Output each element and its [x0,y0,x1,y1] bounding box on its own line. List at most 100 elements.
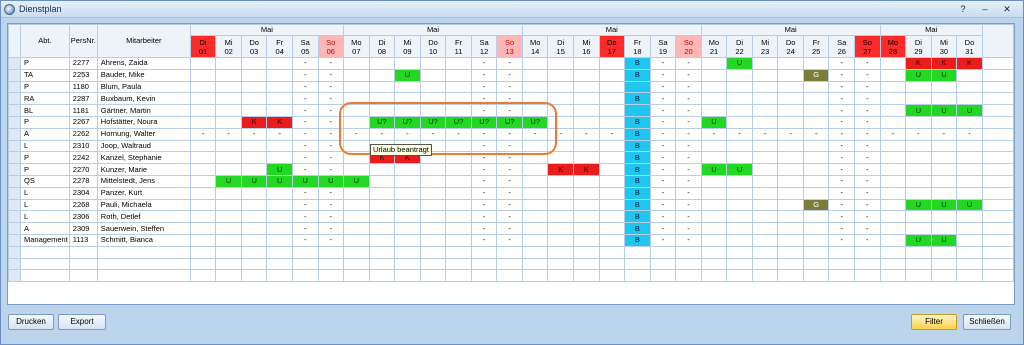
column-header-abt[interactable]: Abt. [20,24,70,58]
day-cell[interactable] [956,139,983,153]
table-row[interactable]: L 2310 Joop, Waltraud - - - - B - - - - [8,139,1014,153]
day-cell[interactable] [266,186,293,200]
day-cell[interactable]: - [496,222,523,235]
day-cell[interactable] [700,92,728,106]
day-cell[interactable]: U? [470,115,498,129]
table-row[interactable]: L 2306 Roth, Detlef - - - - B - - - - [8,210,1014,224]
day-cell[interactable] [445,151,472,165]
day-cell[interactable] [445,233,472,247]
day-cell[interactable]: - [649,80,677,94]
day-cell[interactable]: U? [394,115,421,129]
day-cell[interactable]: - [675,57,702,70]
day-cell[interactable]: - [649,198,677,212]
table-row[interactable]: QS 2278 Mittelstedt, Jens U U U U U U - - B - - - - [8,174,1014,188]
day-cell[interactable]: - [240,127,268,141]
day-cell[interactable] [777,57,804,70]
day-cell[interactable] [368,186,396,200]
day-cell[interactable] [215,68,242,82]
day-cell[interactable] [266,92,293,106]
day-cell[interactable]: U [905,68,932,82]
table-row[interactable]: A 2262 Hornung, Walter - - - - - - - - - - - - - - - - - B - -… [8,127,1014,141]
day-cell[interactable] [189,198,217,212]
day-cell[interactable]: B [624,139,651,153]
day-header[interactable]: Sa 19 [649,35,677,58]
day-cell[interactable] [547,233,574,247]
day-cell[interactable]: - [675,92,702,106]
day-cell[interactable]: K [266,115,293,129]
day-cell[interactable] [240,139,268,153]
day-cell[interactable] [700,151,728,165]
day-header[interactable]: So 20 [675,35,702,58]
day-cell[interactable] [445,174,472,188]
day-cell[interactable] [598,151,626,165]
day-cell[interactable]: - [496,80,523,94]
day-cell[interactable]: - [317,210,345,224]
day-cell[interactable] [521,151,549,165]
day-cell[interactable] [521,163,549,176]
day-cell[interactable] [343,104,370,117]
day-cell[interactable]: - [675,104,702,117]
day-cell[interactable] [240,151,268,165]
day-cell[interactable]: - [675,186,702,200]
day-cell[interactable]: - [470,80,498,94]
day-cell[interactable]: - [291,92,319,106]
column-header-persnr[interactable]: PersNr. [68,24,98,58]
day-cell[interactable] [521,92,549,106]
day-cell[interactable]: B [624,163,651,176]
day-cell[interactable] [879,186,907,200]
day-cell[interactable]: U? [521,115,549,129]
day-cell[interactable] [726,151,753,165]
day-cell[interactable] [215,163,242,176]
day-cell[interactable]: - [649,115,677,129]
table-row[interactable]: Management 1113 Schmitt, Bianca - - - - B - - - - U U [8,233,1014,247]
day-cell[interactable] [266,80,293,94]
day-cell[interactable] [573,151,600,165]
day-header[interactable]: Mo 28 [879,35,907,58]
day-cell[interactable]: - [930,127,958,141]
day-cell[interactable]: - [317,198,345,212]
day-cell[interactable] [751,92,779,106]
day-cell[interactable] [445,57,472,70]
day-cell[interactable]: G [802,198,830,212]
day-cell[interactable]: - [470,68,498,82]
day-cell[interactable]: - [343,127,370,141]
day-cell[interactable] [802,80,830,94]
day-cell[interactable]: - [854,222,881,235]
day-cell[interactable]: - [496,174,523,188]
day-cell[interactable] [521,198,549,212]
day-cell[interactable]: - [828,151,856,165]
day-cell[interactable] [777,174,804,188]
day-cell[interactable] [751,174,779,188]
day-cell[interactable] [394,186,421,200]
day-cell[interactable] [240,57,268,70]
day-cell[interactable] [215,233,242,247]
day-cell[interactable]: - [496,127,523,141]
day-cell[interactable]: U [343,174,370,188]
day-cell[interactable]: - [496,210,523,224]
day-cell[interactable] [521,68,549,82]
day-cell[interactable] [573,68,600,82]
day-cell[interactable]: - [317,233,345,247]
schedule-grid[interactable]: Abt. PersNr. Mitarbeiter Mai Mai Mai Mai Mai Di 0… [7,23,1015,305]
day-cell[interactable] [343,163,370,176]
day-cell[interactable]: - [649,57,677,70]
day-cell[interactable]: - [368,127,396,141]
day-cell[interactable]: - [751,127,779,141]
day-cell[interactable]: - [291,186,319,200]
day-cell[interactable] [343,210,370,224]
day-cell[interactable] [521,57,549,70]
day-cell[interactable]: - [496,151,523,165]
day-header[interactable]: Sa 12 [470,35,498,58]
day-header[interactable]: Mi 23 [751,35,779,58]
table-row[interactable]: L 2268 Pauli, Michaela - - - - B - - G - - U U U [8,198,1014,212]
day-cell[interactable] [189,57,217,70]
day-cell[interactable] [802,233,830,247]
day-cell[interactable] [240,68,268,82]
day-cell[interactable] [343,139,370,153]
day-cell[interactable] [777,210,804,224]
day-header[interactable]: Do 17 [598,35,626,58]
minimize-button[interactable]: – [978,3,992,15]
day-cell[interactable]: B [624,115,651,129]
day-cell[interactable] [930,210,958,224]
day-cell[interactable]: B [624,210,651,224]
